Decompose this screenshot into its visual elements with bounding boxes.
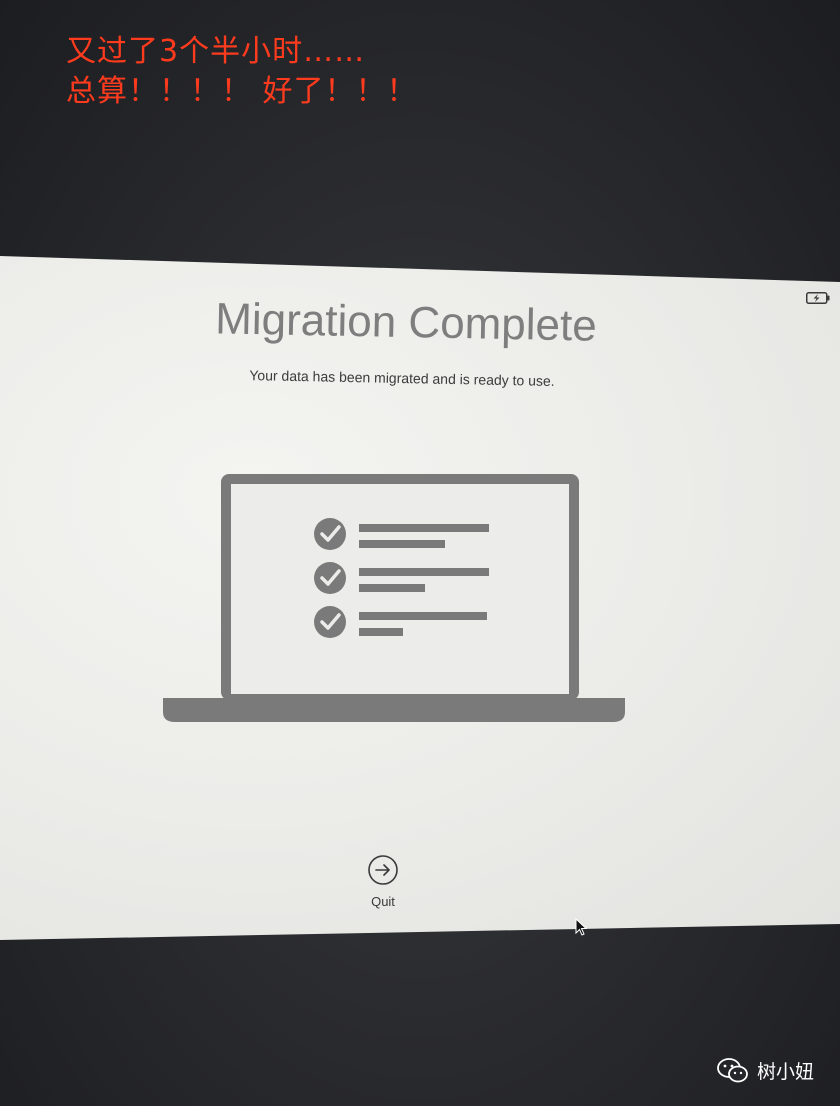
quit-button[interactable]: Quit (358, 854, 408, 912)
photo-annotation: 又过了3个半小时…… 总算！！！！ 好了！！！ (66, 32, 418, 112)
watermark-text: 树小妞 (756, 1061, 814, 1083)
laptop-checklist-icon (163, 474, 625, 722)
migration-assistant-screen: Migration Complete Your data has been mi… (0, 256, 840, 940)
quit-label: Quit (371, 894, 395, 909)
annotation-line-2: 总算！！！！ 好了！！！ (66, 74, 418, 109)
wechat-icon (717, 1057, 748, 1082)
mouse-pointer-icon (575, 918, 587, 936)
page-subtitle: Your data has been migrated and is ready… (249, 367, 555, 389)
page-title: Migration Complete (214, 294, 598, 351)
arrow-right-circle-icon (368, 855, 398, 885)
watermark: 树小妞 (717, 1057, 814, 1084)
annotation-line-1: 又过了3个半小时…… (66, 34, 366, 69)
battery-charging-icon (806, 292, 830, 304)
